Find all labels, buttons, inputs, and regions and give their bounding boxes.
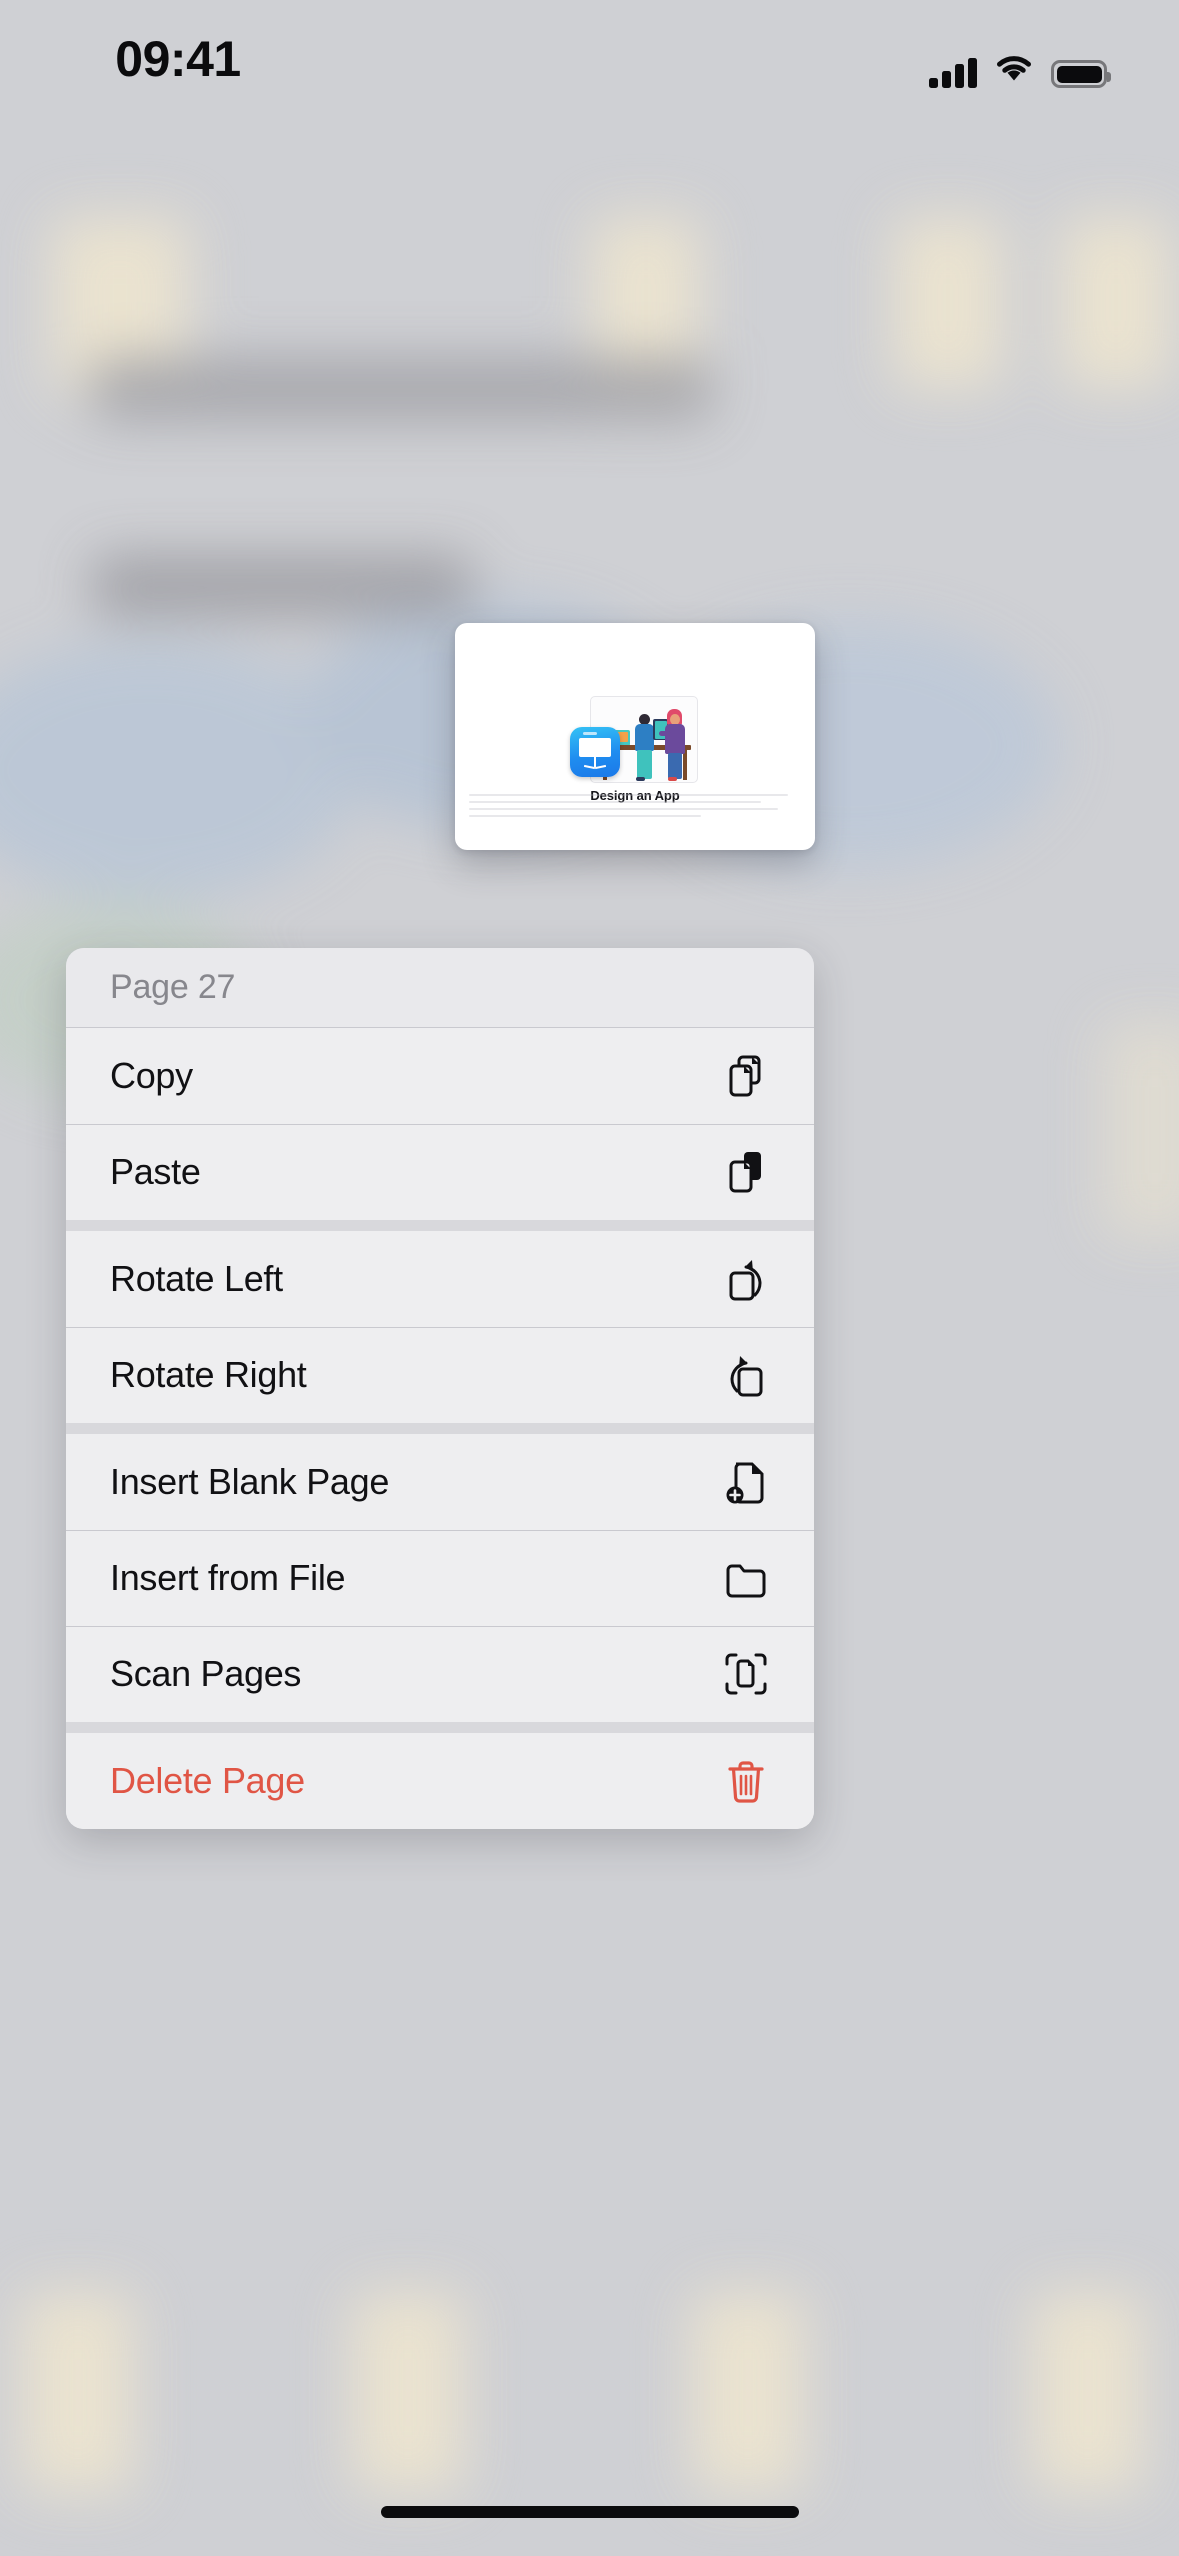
doc-on-clipboard-fill-icon: [722, 1148, 770, 1196]
preview-slide-content: Design an App: [455, 623, 815, 850]
menu-item-label: Scan Pages: [110, 1653, 302, 1694]
menu-item-paste[interactable]: Paste: [66, 1124, 814, 1220]
menu-item-rotate-right[interactable]: Rotate Right: [66, 1327, 814, 1423]
person-one-legs: [637, 750, 652, 779]
menu-item-label: Rotate Right: [110, 1354, 307, 1395]
status-bar-icons: [929, 44, 1111, 88]
status-bar-clock: 09:41: [115, 31, 241, 87]
menu-group-clipboard: Copy Paste: [66, 1028, 814, 1220]
person-two-legs: [668, 753, 682, 779]
menu-item-copy[interactable]: Copy: [66, 1028, 814, 1124]
person-one-body: [635, 724, 654, 751]
menu-item-delete-page[interactable]: Delete Page: [66, 1733, 814, 1829]
home-indicator: [380, 2506, 799, 2518]
trash-icon: [722, 1757, 770, 1805]
menu-item-label: Delete Page: [110, 1760, 305, 1801]
menu-item-label: Paste: [110, 1151, 201, 1192]
menu-item-rotate-left[interactable]: Rotate Left: [66, 1231, 814, 1327]
preview-body-text-lines: [469, 794, 801, 838]
battery-full-icon: [1051, 60, 1111, 88]
menu-item-insert-blank-page[interactable]: Insert Blank Page: [66, 1434, 814, 1530]
context-menu-header: Page 27: [66, 948, 814, 1028]
rotate-left-icon: [722, 1255, 770, 1303]
person-two-shoes: [668, 777, 677, 781]
rotate-right-icon: [722, 1351, 770, 1399]
menu-item-scan-pages[interactable]: Scan Pages: [66, 1626, 814, 1722]
menu-group-delete: Delete Page: [66, 1733, 814, 1829]
menu-group-separator: [66, 1423, 814, 1434]
wifi-icon: [993, 53, 1035, 88]
menu-group-separator: [66, 1220, 814, 1231]
menu-group-separator: [66, 1722, 814, 1733]
person-one-shoes: [636, 777, 645, 781]
doc-viewfinder-icon: [722, 1650, 770, 1698]
person-two-body: [665, 724, 685, 754]
menu-group-insert: Insert Blank Page Insert from File Scan …: [66, 1434, 814, 1722]
menu-item-label: Insert from File: [110, 1557, 346, 1598]
doc-on-doc-icon: [722, 1052, 770, 1100]
cellular-bars-icon: [929, 58, 977, 88]
slide-artwork: [570, 696, 698, 783]
context-menu-header-label: Page 27: [110, 968, 236, 1006]
menu-item-label: Rotate Left: [110, 1258, 283, 1299]
folder-icon: [722, 1554, 770, 1602]
menu-item-label: Insert Blank Page: [110, 1461, 390, 1502]
person-two-arm: [659, 731, 671, 736]
keynote-app-icon: [570, 727, 620, 777]
status-bar: 09:41: [0, 0, 1179, 120]
page-context-menu[interactable]: Page 27 Copy Paste Rotate Left Rotate Ri…: [66, 948, 814, 1829]
menu-item-insert-from-file[interactable]: Insert from File: [66, 1530, 814, 1626]
page-preview-card[interactable]: Design an App: [455, 623, 815, 850]
menu-item-label: Copy: [110, 1055, 193, 1096]
doc-badge-plus-icon: [722, 1458, 770, 1506]
menu-group-rotate: Rotate Left Rotate Right: [66, 1231, 814, 1423]
